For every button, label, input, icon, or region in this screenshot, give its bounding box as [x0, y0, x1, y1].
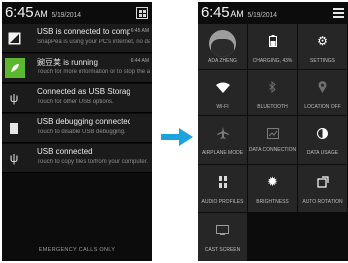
status-date: 5/19/2014 — [247, 12, 278, 19]
audio-profiles-icon — [198, 175, 247, 189]
tile-user[interactable]: ADA ZHENG — [198, 24, 247, 69]
notification-usb-connected[interactable]: ψ USB connected Touch to copy files to/f… — [2, 144, 152, 173]
quick-settings-toggle-icon[interactable] — [136, 7, 148, 19]
notification-title: USB connected — [37, 147, 93, 156]
wandoujia-icon — [5, 58, 25, 78]
notification-time: 6:45 AM — [130, 28, 149, 34]
tile-audio-profiles[interactable]: AUDIO PROFILES — [198, 165, 247, 212]
tile-location[interactable]: LOCATION OFF — [298, 70, 347, 115]
bluetooth-icon — [248, 80, 297, 94]
quick-settings-screen: 6:45AM 5/19/2014 ADA ZHENG CHARGING, 43% … — [198, 2, 348, 261]
tile-label: AUDIO PROFILES — [201, 199, 244, 205]
tile-label: WI-FI — [216, 104, 229, 110]
clock-ampm: AM — [230, 9, 244, 19]
notification-subtitle: Touch to copy files to/from your compute… — [37, 159, 149, 165]
notification-usb-debugging[interactable]: USB debugging connected Touch to disable… — [2, 114, 152, 143]
status-clock: 6:45AM 5/19/2014 — [5, 4, 81, 21]
notification-wandoujia-running[interactable]: 豌豆荚 is running 6:44 AM Touch for more in… — [2, 54, 152, 83]
brightness-icon: ✹ — [267, 174, 278, 189]
notification-subtitle: Touch for more information or to stop th… — [37, 69, 150, 75]
tile-cast-screen[interactable]: CAST SCREEN — [198, 213, 247, 261]
status-date: 5/19/2014 — [51, 12, 82, 19]
tile-battery[interactable]: CHARGING, 43% — [248, 24, 297, 69]
data-usage-icon — [298, 126, 347, 140]
status-clock: 6:45AM 5/19/2014 — [201, 4, 277, 21]
clock-time: 6:45 — [201, 4, 230, 21]
tile-label: AIRPLANE MODE — [201, 150, 244, 156]
status-bar: 6:45AM 5/19/2014 — [2, 2, 152, 24]
tile-label: ADA ZHENG — [208, 58, 237, 64]
arrow-right-icon — [161, 128, 193, 146]
debug-icon — [5, 119, 23, 137]
notification-title: USB debugging connected — [37, 117, 130, 126]
clock-time: 6:45 — [5, 4, 34, 21]
snappea-icon — [5, 29, 23, 47]
tile-data-usage[interactable]: DATA USAGE — [298, 116, 347, 164]
tile-auto-rotation[interactable]: AUTO ROTATION — [298, 165, 347, 212]
tile-label: DATA CONNECTION — [248, 147, 297, 153]
clock-ampm: AM — [34, 9, 48, 19]
tile-label: AUTO ROTATION — [302, 199, 343, 205]
rotation-icon — [298, 175, 347, 189]
notification-usb-tethering[interactable]: USB is connected to comp... 6:45 AM Snap… — [2, 24, 152, 53]
notification-usb-storage[interactable]: ψ Connected as USB Storage Touch for oth… — [2, 84, 152, 113]
airplane-icon — [198, 126, 247, 140]
tile-label: DATA USAGE — [306, 150, 339, 156]
notification-title: 豌豆荚 is running — [37, 58, 98, 67]
tile-data-connection[interactable]: DATA CONNECTION — [248, 116, 297, 164]
notification-title: Connected as USB Storage — [37, 87, 130, 96]
tile-airplane-mode[interactable]: AIRPLANE MODE — [198, 116, 247, 164]
tile-label: BRIGHTNESS — [256, 199, 289, 205]
tile-brightness[interactable]: ✹ BRIGHTNESS — [248, 165, 297, 212]
tile-label: CAST SCREEN — [204, 247, 241, 253]
notification-subtitle: Touch to disable USB debugging. — [37, 129, 126, 135]
tile-wifi[interactable]: WI-FI — [198, 70, 247, 115]
notification-subtitle: Touch for other USB options. — [37, 99, 114, 105]
cast-screen-icon — [198, 223, 247, 237]
data-connection-icon — [248, 126, 297, 140]
usb-icon: ψ — [9, 91, 19, 105]
avatar-icon — [209, 30, 236, 57]
emergency-calls-label: EMERGENCY CALLS ONLY — [38, 247, 116, 253]
notification-subtitle: SnapPea is using your PC's internet, no … — [37, 39, 150, 45]
notifications-toggle-icon[interactable] — [333, 8, 344, 18]
location-icon — [298, 80, 347, 94]
notification-title: USB is connected to comp... — [37, 27, 130, 36]
gear-icon: ⚙ — [317, 34, 328, 48]
tile-settings[interactable]: ⚙ SETTINGS — [298, 24, 347, 69]
tile-label: BLUETOOTH — [257, 104, 288, 110]
battery-icon — [248, 34, 297, 48]
notification-shade-screen: 6:45AM 5/19/2014 USB is connected to comp… — [2, 2, 152, 261]
tile-label: SETTINGS — [309, 58, 335, 64]
tile-label: CHARGING, 43% — [252, 58, 293, 64]
wifi-icon — [198, 80, 247, 94]
usb-icon: ψ — [9, 151, 19, 165]
tile-bluetooth[interactable]: BLUETOOTH — [248, 70, 297, 115]
status-bar: 6:45AM 5/19/2014 — [198, 2, 348, 24]
notification-time: 6:44 AM — [130, 58, 149, 64]
tile-label: LOCATION OFF — [304, 104, 341, 110]
